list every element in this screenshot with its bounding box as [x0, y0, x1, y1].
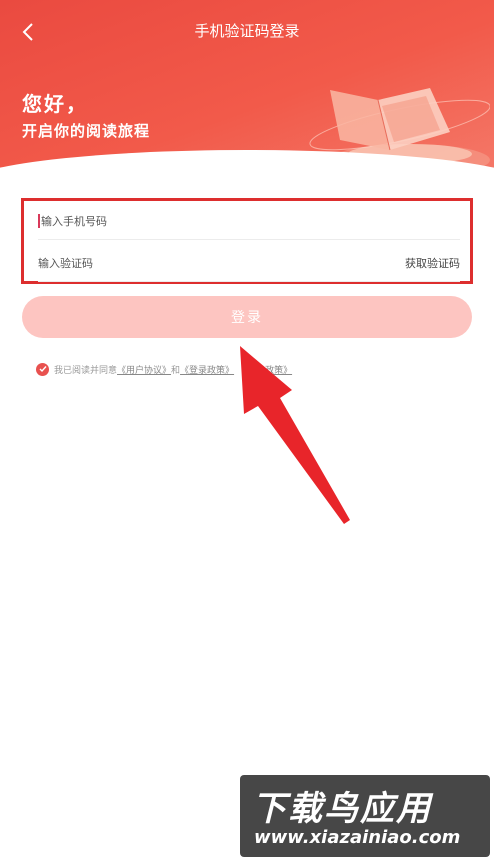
- phone-input[interactable]: [41, 214, 460, 228]
- watermark-brand: 下载鸟应用: [252, 789, 432, 829]
- annotation-arrow-icon: [240, 346, 350, 524]
- login-form-highlight: 获取验证码: [21, 198, 473, 284]
- login-button[interactable]: 登录: [22, 296, 472, 338]
- phone-field: [38, 203, 460, 240]
- login-policy-link[interactable]: 《登录政策》: [180, 363, 234, 376]
- user-agreement-link[interactable]: 《用户协议》: [117, 363, 171, 376]
- code-field: 获取验证码: [38, 245, 460, 282]
- text-cursor: [38, 214, 40, 228]
- watermark-logo: 下载鸟应用 www.xiazainiao.com: [240, 775, 490, 857]
- agreement-checkbox[interactable]: [36, 362, 49, 376]
- agreement-and: 和: [171, 365, 181, 376]
- agreement-prefix: 我已阅读并同意: [54, 365, 118, 376]
- page-title: 手机验证码登录: [194, 22, 300, 40]
- greeting-title: 您好，: [22, 92, 88, 116]
- verification-code-input[interactable]: [38, 256, 405, 270]
- get-code-button[interactable]: 获取验证码: [405, 255, 460, 271]
- watermark-url: www.xiazainiao.com: [254, 827, 461, 848]
- header-banner: 手机验证码登录 您好， 开启你的阅读旅程: [0, 0, 494, 182]
- check-icon: [39, 366, 47, 373]
- greeting-subtitle: 开启你的阅读旅程: [22, 122, 151, 140]
